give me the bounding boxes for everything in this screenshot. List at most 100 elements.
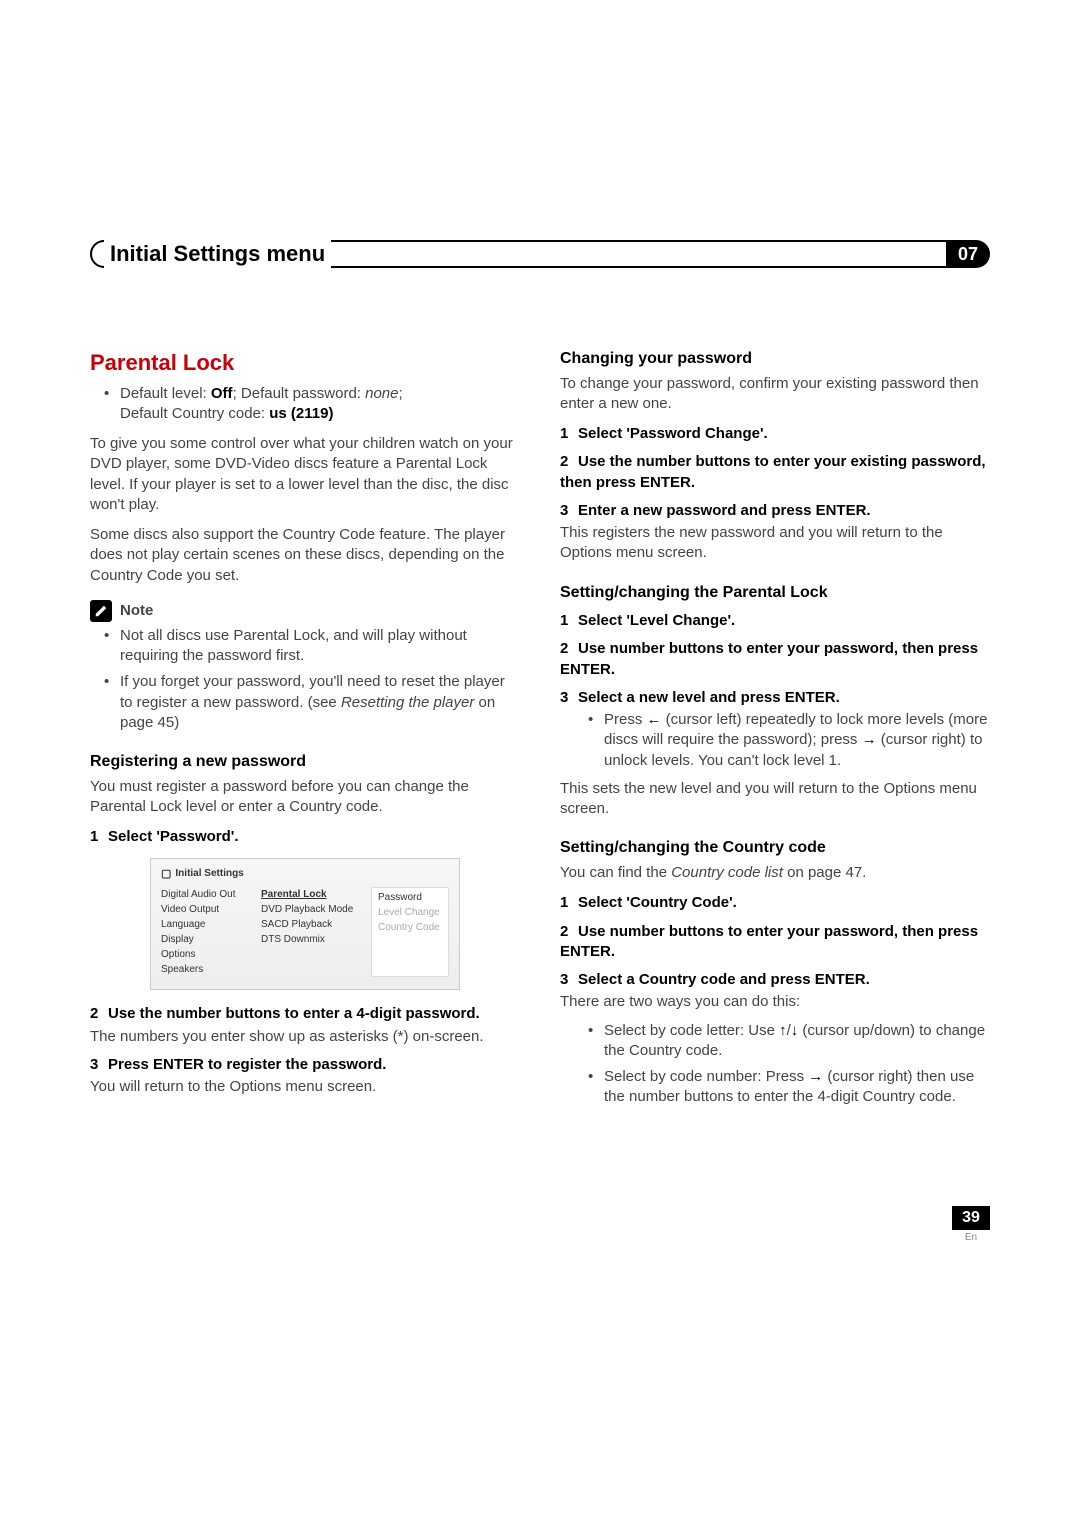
osd-screenshot: ▢ Initial Settings Digital Audio Out Vid… xyxy=(150,858,460,991)
osd-item-selected: Parental Lock xyxy=(261,887,361,902)
cursor-left-icon: ← xyxy=(647,711,662,728)
text: on page 47. xyxy=(783,864,866,881)
note-heading: Note xyxy=(90,600,520,622)
step-3: 3Enter a new password and press ENTER. xyxy=(560,501,990,521)
cursor-up-icon: ↑ xyxy=(779,1022,787,1039)
manual-page: Initial Settings menu 07 Parental Lock D… xyxy=(0,0,1080,1303)
step-text: Use number buttons to enter your passwor… xyxy=(560,923,978,960)
page-language: En xyxy=(952,1230,990,1243)
header-rule xyxy=(331,240,946,268)
text: ; xyxy=(399,385,403,402)
step-1: 1Select 'Level Change'. xyxy=(560,611,990,631)
osd-item: Language xyxy=(161,917,251,932)
step-1: 1Select 'Country Code'. xyxy=(560,893,990,913)
step-2: 2Use number buttons to enter your passwo… xyxy=(560,639,990,680)
osd-col-1: Digital Audio Out Video Output Language … xyxy=(161,887,251,977)
text: You can find the xyxy=(560,864,671,881)
step-text: Select a new level and press ENTER. xyxy=(578,689,840,706)
subheading-registering-password: Registering a new password xyxy=(90,751,520,773)
note-icon xyxy=(90,600,112,622)
osd-columns: Digital Audio Out Video Output Language … xyxy=(161,887,449,977)
step-text: Press ENTER to register the password. xyxy=(108,1056,386,1073)
sub-bullet-item: Press ← (cursor left) repeatedly to lock… xyxy=(592,710,990,771)
right-column: Changing your password To change your pa… xyxy=(560,348,990,1116)
paragraph: You can find the Country code list on pa… xyxy=(560,863,990,883)
step-2: 2Use the number buttons to enter a 4-dig… xyxy=(90,1004,520,1024)
step-3: 3Select a Country code and press ENTER. xyxy=(560,970,990,990)
osd-item: Digital Audio Out xyxy=(161,887,251,902)
sub-bullet-item: Select by code number: Press → (cursor r… xyxy=(592,1067,990,1108)
default-country-code-value: us (2119) xyxy=(269,405,333,422)
paragraph: You must register a password before you … xyxy=(90,777,520,818)
step-1: 1Select 'Password'. xyxy=(90,827,520,847)
osd-title-row: ▢ Initial Settings xyxy=(161,867,449,882)
step-text: Use number buttons to enter your passwor… xyxy=(560,640,978,677)
subheading-country-code: Setting/changing the Country code xyxy=(560,837,990,859)
header-cap-left xyxy=(90,240,104,268)
default-level-value: Off xyxy=(211,385,233,402)
pointer-icon: ▢ xyxy=(161,867,171,882)
subheading-parental-lock-level: Setting/changing the Parental Lock xyxy=(560,582,990,604)
note-label: Note xyxy=(120,601,153,621)
default-password-value: none xyxy=(365,385,398,402)
text: Default level: xyxy=(120,385,211,402)
sub-bullet-item: Select by code letter: Use ↑/↓ (cursor u… xyxy=(592,1021,990,1062)
note-list: Not all discs use Parental Lock, and wil… xyxy=(90,626,520,733)
sub-bullet-list: Select by code letter: Use ↑/↓ (cursor u… xyxy=(560,1021,990,1108)
osd-col-2: Parental Lock DVD Playback Mode SACD Pla… xyxy=(261,887,361,977)
text: Select by code letter: Use xyxy=(604,1022,779,1039)
step-2: 2Use the number buttons to enter your ex… xyxy=(560,452,990,493)
cursor-right-icon: → xyxy=(808,1068,823,1085)
step-desc: There are two ways you can do this: xyxy=(560,992,990,1012)
note-item: Not all discs use Parental Lock, and wil… xyxy=(108,626,520,667)
left-column: Parental Lock Default level: Off; Defaul… xyxy=(90,348,520,1116)
defaults-item: Default level: Off; Default password: no… xyxy=(108,384,520,425)
text: Select by code number: Press xyxy=(604,1068,808,1085)
step-1: 1Select 'Password Change'. xyxy=(560,424,990,444)
page-number-badge: 39 En xyxy=(952,1206,990,1243)
cursor-right-icon: → xyxy=(862,731,877,748)
osd-item: Password xyxy=(378,890,442,905)
step-desc: You will return to the Options menu scre… xyxy=(90,1077,520,1097)
sub-bullet-list: Press ← (cursor left) repeatedly to lock… xyxy=(560,710,990,771)
osd-item: DTS Downmix xyxy=(261,932,361,947)
step-text: Select 'Level Change'. xyxy=(578,612,735,629)
text: Default Country code: xyxy=(120,405,269,422)
text: Press xyxy=(604,711,647,728)
page-footer: 39 En xyxy=(90,1206,990,1243)
osd-col-3: Password Level Change Country Code xyxy=(371,887,449,977)
step-text: Select 'Password'. xyxy=(108,828,239,845)
osd-item: DVD Playback Mode xyxy=(261,902,361,917)
step-2: 2Use number buttons to enter your passwo… xyxy=(560,922,990,963)
osd-item: Video Output xyxy=(161,902,251,917)
text: ; Default password: xyxy=(233,385,366,402)
reference-italic: Country code list xyxy=(671,864,783,881)
osd-item: Display xyxy=(161,932,251,947)
defaults-list: Default level: Off; Default password: no… xyxy=(90,384,520,425)
section-heading-parental-lock: Parental Lock xyxy=(90,348,520,378)
step-desc: This registers the new password and you … xyxy=(560,523,990,564)
osd-item: SACD Playback xyxy=(261,917,361,932)
paragraph: To change your password, confirm your ex… xyxy=(560,374,990,415)
osd-item-dim: Country Code xyxy=(378,920,442,935)
step-text: Enter a new password and press ENTER. xyxy=(578,502,871,519)
step-3: 3Press ENTER to register the password. xyxy=(90,1055,520,1075)
step-text: Select 'Country Code'. xyxy=(578,894,737,911)
chapter-title: Initial Settings menu xyxy=(104,240,331,268)
chapter-header: Initial Settings menu 07 xyxy=(90,240,990,268)
step-text: Select a Country code and press ENTER. xyxy=(578,971,870,988)
paragraph: This sets the new level and you will ret… xyxy=(560,779,990,820)
osd-title: Initial Settings xyxy=(175,867,243,881)
two-column-layout: Parental Lock Default level: Off; Defaul… xyxy=(90,348,990,1116)
step-text: Use the number buttons to enter your exi… xyxy=(560,453,986,490)
osd-item: Speakers xyxy=(161,962,251,977)
osd-item: Options xyxy=(161,947,251,962)
paragraph: Some discs also support the Country Code… xyxy=(90,525,520,586)
step-3: 3Select a new level and press ENTER. xyxy=(560,688,990,708)
step-desc: The numbers you enter show up as asteris… xyxy=(90,1027,520,1047)
chapter-number: 07 xyxy=(958,244,978,265)
paragraph: To give you some control over what your … xyxy=(90,434,520,515)
osd-item-dim: Level Change xyxy=(378,905,442,920)
note-item: If you forget your password, you'll need… xyxy=(108,672,520,733)
subheading-changing-password: Changing your password xyxy=(560,348,990,370)
